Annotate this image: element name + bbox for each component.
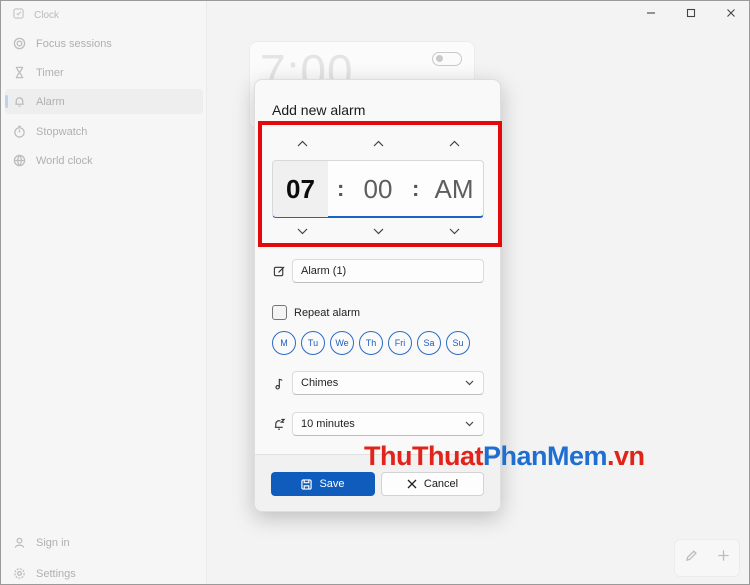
alarm-toggle[interactable] <box>432 52 462 66</box>
alarm-name-row: Alarm (1) <box>272 259 484 283</box>
chevron-down-icon <box>465 380 474 386</box>
minimize-icon <box>647 12 655 14</box>
edit-icon <box>272 264 286 278</box>
maximize-icon <box>686 8 696 18</box>
sidebar-item-sign-in[interactable]: Sign in <box>5 530 203 555</box>
cancel-button-label: Cancel <box>423 478 459 490</box>
day-toggle-thursday[interactable]: Th <box>359 331 383 355</box>
close-icon <box>727 9 735 17</box>
person-icon <box>12 536 26 550</box>
day-toggle-tuesday[interactable]: Tu <box>301 331 325 355</box>
sidebar-item-alarm[interactable]: Alarm <box>5 89 203 114</box>
maximize-button[interactable] <box>671 1 711 25</box>
app-title: Clock <box>34 9 60 21</box>
save-icon <box>301 478 313 490</box>
sidebar-item-label: Alarm <box>36 95 65 108</box>
snooze-row: 10 minutes <box>272 412 484 436</box>
sidebar-item-label: Stopwatch <box>36 125 88 138</box>
stopwatch-icon <box>12 125 26 139</box>
alarm-name-input[interactable]: Alarm (1) <box>292 259 484 283</box>
bell-icon <box>12 95 26 109</box>
sound-row: Chimes <box>272 371 484 395</box>
close-icon <box>407 479 417 489</box>
day-toggle-saturday[interactable]: Sa <box>417 331 441 355</box>
day-toggle-friday[interactable]: Fri <box>388 331 412 355</box>
cancel-button[interactable]: Cancel <box>381 472 484 496</box>
focus-icon <box>12 37 26 51</box>
repeat-alarm-row: Repeat alarm <box>272 305 360 320</box>
close-button[interactable] <box>711 1 749 25</box>
save-button-label: Save <box>319 478 345 490</box>
sidebar-item-label: Settings <box>36 567 76 580</box>
snooze-icon <box>272 417 286 431</box>
sidebar-item-label: World clock <box>36 154 93 167</box>
dialog-title: Add new alarm <box>272 102 366 118</box>
window-controls <box>631 1 749 25</box>
repeat-alarm-checkbox[interactable] <box>272 305 287 320</box>
day-toggle-sunday[interactable]: Su <box>446 331 470 355</box>
clock-window: Clock Focus sessions Timer Alarm Stopwat… <box>0 0 750 585</box>
plus-icon <box>717 550 729 561</box>
weekday-selector: M Tu We Th Fri Sa Su <box>272 331 470 355</box>
sidebar-item-stopwatch[interactable]: Stopwatch <box>5 119 203 144</box>
add-alarm-button[interactable] <box>717 549 730 567</box>
alarm-toolbar <box>674 539 740 577</box>
sidebar-item-timer[interactable]: Timer <box>5 60 203 85</box>
snooze-select[interactable]: 10 minutes <box>292 412 484 436</box>
repeat-alarm-label: Repeat alarm <box>294 306 361 319</box>
sidebar-item-label: Timer <box>36 66 64 79</box>
highlight-rectangle <box>258 121 502 247</box>
sidebar-item-world-clock[interactable]: World clock <box>5 148 203 173</box>
pencil-icon <box>685 550 697 562</box>
sidebar: Clock Focus sessions Timer Alarm Stopwat… <box>1 1 206 584</box>
snooze-select-value: 10 minutes <box>301 418 355 430</box>
watermark: ThuThuatPhanMem.vn <box>364 441 645 471</box>
clock-app-icon <box>13 8 24 22</box>
minimize-button[interactable] <box>631 1 671 25</box>
music-note-icon <box>272 376 286 390</box>
sidebar-item-settings[interactable]: Settings <box>5 561 203 584</box>
globe-icon <box>12 154 26 168</box>
sound-select[interactable]: Chimes <box>292 371 484 395</box>
save-button[interactable]: Save <box>271 472 375 496</box>
edit-alarms-button[interactable] <box>685 549 698 567</box>
hourglass-icon <box>12 66 26 80</box>
app-title-bar: Clock <box>13 8 59 22</box>
chevron-down-icon <box>465 421 474 427</box>
sidebar-item-label: Sign in <box>36 536 70 549</box>
sound-select-value: Chimes <box>301 377 339 389</box>
day-toggle-monday[interactable]: M <box>272 331 296 355</box>
sidebar-item-label: Focus sessions <box>36 37 112 50</box>
active-indicator <box>5 95 8 108</box>
day-toggle-wednesday[interactable]: We <box>330 331 354 355</box>
sidebar-item-focus-sessions[interactable]: Focus sessions <box>5 31 203 56</box>
gear-icon <box>12 567 26 581</box>
